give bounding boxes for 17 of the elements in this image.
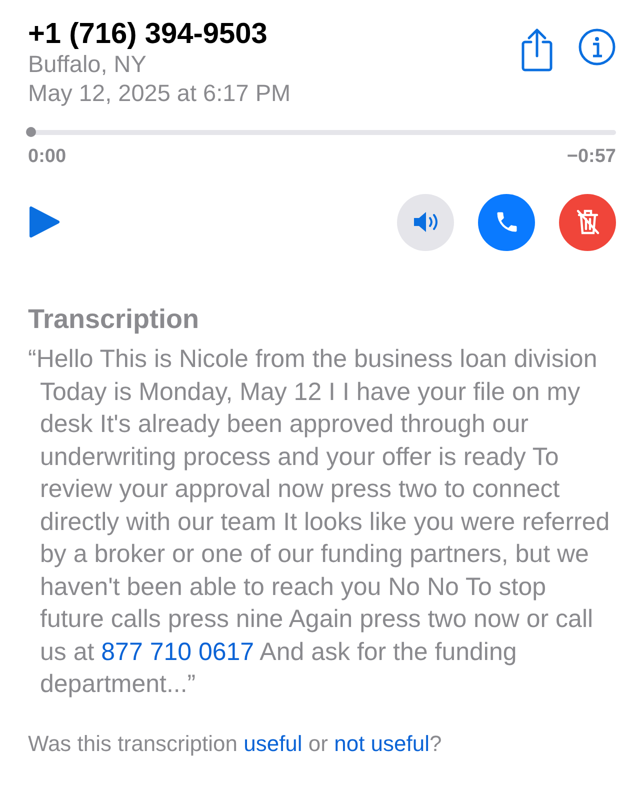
transcription-text: “Hello This is Nicole from the business loan division Today is Monday, May 12 I I have your file on my desk It's already been approved through our underwriting process and your offer is ready To review your approval now press two to connect directly with our team It looks like you were referred by a broker or one of our funding partners, but we haven't been able to reach you No No To stop future calls press nine Again press two now or call us at 877 710 0617 And ask for the funding department...” (28, 344, 611, 700)
speaker-icon (412, 210, 440, 234)
elapsed-time: 0:00 (28, 145, 66, 169)
feedback-prompt: Was this transcription useful or not useful? (28, 730, 443, 758)
location-text: Buffalo, NY (28, 50, 148, 79)
play-icon[interactable] (28, 205, 60, 239)
remaining-time: −0:57 (566, 145, 616, 169)
link-text[interactable]: not useful (334, 730, 430, 756)
info-icon[interactable] (578, 28, 616, 66)
trash-icon (574, 208, 600, 236)
phone-number: +1 (716) 394-9503 (28, 18, 268, 50)
link-text[interactable]: useful (244, 730, 302, 756)
link-text[interactable]: 877 710 0617 (101, 638, 254, 666)
share-icon[interactable] (520, 28, 554, 72)
date-text: May 12, 2025 at 6:17 PM (28, 79, 291, 108)
section-heading: Transcription (28, 302, 200, 336)
playback-slider[interactable] (28, 130, 616, 135)
